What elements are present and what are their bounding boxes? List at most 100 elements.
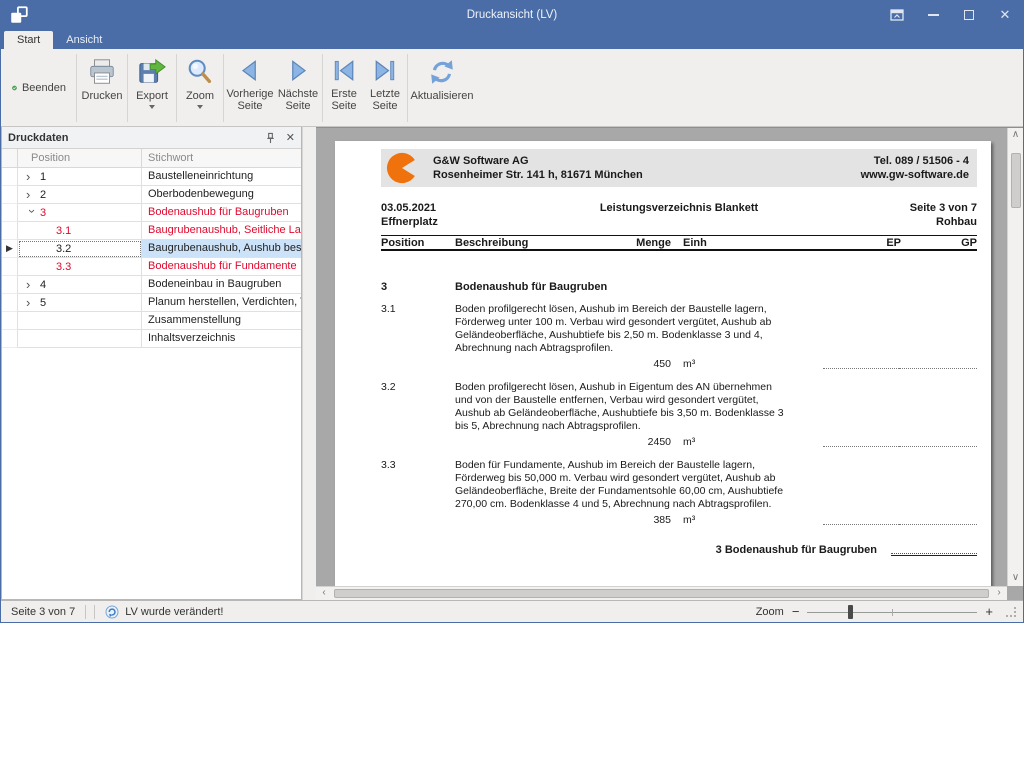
stichwort-value[interactable]: Inhaltsverzeichnis (142, 330, 301, 348)
row-indicator (2, 168, 18, 186)
drucken-button[interactable]: Drucken (78, 52, 126, 124)
tree-cell-position[interactable]: ›3 (18, 204, 142, 222)
zoom-out-button[interactable]: − (792, 605, 800, 619)
stichwort-value[interactable]: Bodenaushub für Baugruben (142, 204, 301, 222)
chevron-down-icon[interactable]: › (25, 209, 39, 223)
tree-cell-position[interactable]: ›4 (18, 276, 142, 294)
document-letterhead: G&W Software AG Rosenheimer Str. 141 h, … (381, 149, 977, 187)
window-title: Druckansicht (LV) (1, 9, 1023, 21)
position-value: 3 (40, 207, 46, 219)
stichwort-value[interactable]: Baustelleneinrichtung (142, 168, 301, 186)
tree-row[interactable]: 3.3 Bodenaushub für Fundamente (2, 258, 301, 276)
document-column-headers: Position Beschreibung Menge Einh EP GP (381, 235, 977, 251)
stichwort-value[interactable]: Zusammenstellung (142, 312, 301, 330)
stichwort-value[interactable]: Baugrubenaushub, Aushub beseitigen (142, 240, 301, 258)
row-indicator (2, 222, 18, 240)
beenden-button[interactable]: Beenden (3, 52, 75, 124)
tab-ansicht[interactable]: Ansicht (53, 31, 115, 49)
tree-cell-position[interactable]: 3.1 (18, 222, 142, 240)
tree-row[interactable]: ›2Oberbodenbewegung (2, 186, 301, 204)
scroll-right-icon[interactable]: › (991, 586, 1007, 600)
stichwort-value[interactable]: Planum herstellen, Verdichten, Verf... (142, 294, 301, 312)
horizontal-scroll-thumb[interactable] (334, 589, 989, 598)
tree-cell-position[interactable]: 3.3 (18, 258, 142, 276)
tree-cell-position[interactable]: ›1 (18, 168, 142, 186)
tree-row[interactable]: Zusammenstellung (2, 312, 301, 330)
tree-cell-position[interactable] (18, 312, 142, 330)
stichwort-value[interactable]: Oberbodenbewegung (142, 186, 301, 204)
aktualisieren-button[interactable]: Aktualisieren (409, 52, 475, 124)
col-beschreibung: Beschreibung (455, 237, 528, 249)
stichwort-value[interactable]: Baugrubenaushub, Seitliche Lagerung (142, 222, 301, 240)
tree-cell-position[interactable]: 3.2 (18, 240, 142, 258)
vorherige-seite-button[interactable]: Vorherige Seite (225, 52, 275, 124)
erste-seite-button[interactable]: Erste Seite (324, 52, 364, 124)
horizontal-scrollbar[interactable]: ‹ › (316, 586, 1007, 600)
doc-position: 3.2 (381, 381, 455, 433)
tree-row[interactable]: Inhaltsverzeichnis (2, 330, 301, 348)
row-indicator: ▶ (2, 240, 18, 258)
doc-project: Effnerplatz (381, 215, 600, 229)
titlebar: Druckansicht (LV) ✕ (1, 1, 1023, 29)
document-page: G&W Software AG Rosenheimer Str. 141 h, … (335, 141, 991, 600)
zoom-button[interactable]: Zoom (178, 52, 222, 124)
stichwort-value[interactable]: Bodeneinbau in Baugruben (142, 276, 301, 294)
gw-logo-icon (385, 151, 419, 185)
naechste-seite-button[interactable]: Nächste Seite (275, 52, 321, 124)
printer-icon (87, 57, 117, 87)
zoom-slider[interactable] (807, 605, 977, 619)
doc-qty-row: 2450m³ (381, 436, 977, 451)
tree-row[interactable]: ▶3.2Baugrubenaushub, Aushub beseitigen (2, 240, 301, 258)
zoom-in-button[interactable]: + (985, 605, 993, 619)
doc-page-number: Seite 3 von 7 (758, 201, 977, 215)
tree-cell-position[interactable]: ›2 (18, 186, 142, 204)
column-header-stichwort[interactable]: Stichwort (142, 149, 301, 167)
check-circle-icon (12, 80, 17, 96)
vertical-scrollbar[interactable]: ∧ ∨ (1007, 128, 1023, 586)
company-address: Rosenheimer Str. 141 h, 81671 München (433, 168, 643, 182)
arrow-last-icon (371, 57, 399, 85)
export-button[interactable]: Export (129, 52, 175, 124)
row-indicator (2, 312, 18, 330)
tree-row[interactable]: ›1Baustelleneinrichtung (2, 168, 301, 186)
position-value: 5 (40, 297, 46, 309)
letzte-seite-label: Letzte Seite (364, 88, 406, 112)
panel-splitter[interactable] (302, 127, 316, 600)
doc-title: Leistungsverzeichnis Blankett (600, 201, 758, 229)
chevron-right-icon[interactable]: › (26, 278, 40, 292)
company-tel: Tel. 089 / 51506 - 4 (861, 154, 969, 168)
tree-cell-position[interactable]: ›5 (18, 294, 142, 312)
tab-start[interactable]: Start (4, 31, 53, 49)
column-header-position[interactable]: Position (18, 149, 142, 167)
separator (407, 54, 408, 122)
tree-row[interactable]: ›5Planum herstellen, Verdichten, Verf... (2, 294, 301, 312)
grid-gutter-header (2, 149, 18, 167)
stichwort-value[interactable]: Bodenaushub für Fundamente (142, 258, 301, 276)
tree-row[interactable]: ›4Bodeneinbau in Baugruben (2, 276, 301, 294)
zoom-slider-thumb[interactable] (848, 605, 853, 619)
menge-value: 450 (653, 358, 671, 371)
chevron-right-icon[interactable]: › (26, 188, 40, 202)
doc-qty-row: 385m³ (381, 514, 977, 529)
scroll-down-icon[interactable]: ∨ (1008, 571, 1024, 586)
separator (127, 54, 128, 122)
scroll-left-icon[interactable]: ‹ (316, 586, 332, 600)
letzte-seite-button[interactable]: Letzte Seite (364, 52, 406, 124)
chevron-right-icon[interactable]: › (26, 296, 40, 310)
tree-row[interactable]: ›3Bodenaushub für Baugruben (2, 204, 301, 222)
col-position: Position (381, 237, 424, 249)
vertical-scroll-thumb[interactable] (1011, 153, 1021, 208)
gp-placeholder (899, 358, 977, 369)
chevron-right-icon[interactable]: › (26, 170, 40, 184)
tree-row[interactable]: 3.1Baugrubenaushub, Seitliche Lagerung (2, 222, 301, 240)
panel-close-icon[interactable]: ✕ (286, 131, 295, 144)
magnifier-icon (185, 57, 215, 87)
position-value: 3.3 (56, 261, 71, 273)
pin-icon[interactable] (265, 132, 276, 144)
chevron-down-icon (197, 105, 203, 109)
resize-grip[interactable] (1005, 606, 1017, 618)
scroll-up-icon[interactable]: ∧ (1008, 128, 1024, 143)
druckdaten-panel: Druckdaten ✕ Position Stichwort ›1Bauste… (1, 127, 302, 600)
row-indicator (2, 276, 18, 294)
tree-cell-position[interactable] (18, 330, 142, 348)
